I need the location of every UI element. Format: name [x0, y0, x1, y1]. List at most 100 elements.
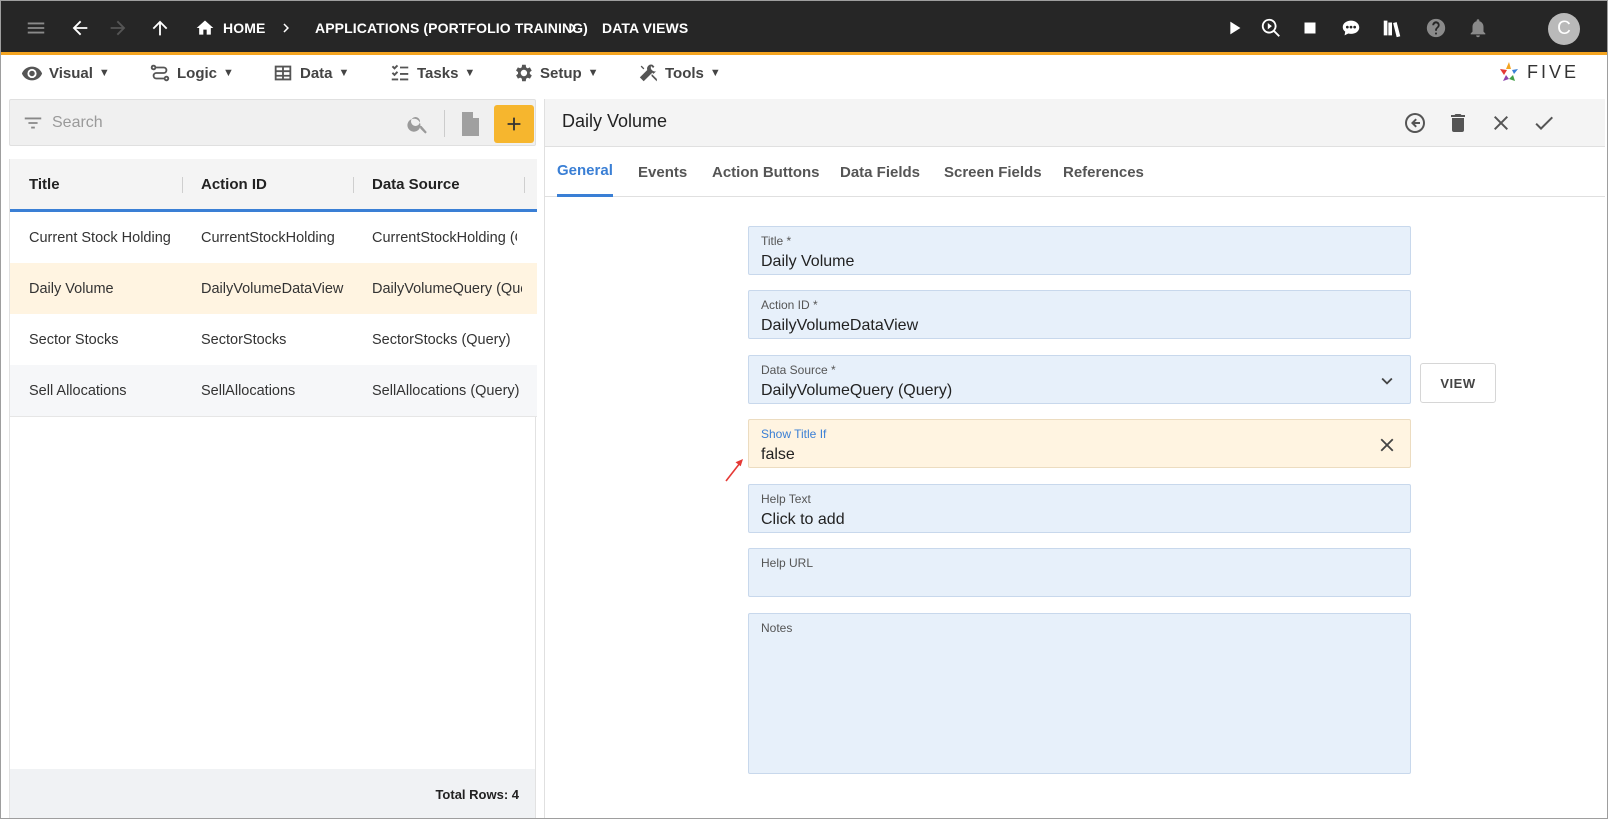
table-row-selected[interactable]: Daily Volume DailyVolumeDataView DailyVo…: [10, 263, 537, 315]
breadcrumb-applications[interactable]: APPLICATIONS (PORTFOLIO TRAINING): [315, 1, 588, 55]
menu-tools[interactable]: Tools ▼: [637, 58, 721, 88]
total-rows-label: Total Rows: 4: [435, 786, 519, 802]
help-url-field-label: Help URL: [761, 556, 814, 570]
table-row[interactable]: Sell Allocations SellAllocations SellAll…: [10, 365, 537, 417]
table-icon: [274, 65, 292, 81]
cell-action-id: DailyVolumeDataView: [201, 280, 344, 297]
divider: [444, 110, 445, 137]
forward-arrow-icon[interactable]: [105, 1, 131, 55]
up-arrow-icon[interactable]: [147, 1, 173, 55]
help-text-field-value: Click to add: [761, 511, 845, 528]
stop-icon[interactable]: [1297, 1, 1323, 55]
menu-setup[interactable]: Setup ▼: [512, 58, 599, 88]
cell-title: Sector Stocks: [29, 331, 119, 348]
menu-data-label: Data: [300, 64, 333, 82]
table-row[interactable]: Sector Stocks SectorStocks SectorStocks …: [10, 314, 537, 366]
chevron-down-icon[interactable]: [1376, 370, 1398, 392]
form-tabs: General Events Action Buttons Data Field…: [545, 147, 1605, 197]
help-icon[interactable]: [1423, 1, 1449, 55]
document-icon[interactable]: [457, 110, 483, 138]
cell-action-id: SellAllocations: [201, 382, 296, 399]
notes-field-label: Notes: [761, 621, 793, 635]
chevron-right-icon: [277, 1, 295, 55]
history-back-icon[interactable]: [1402, 110, 1428, 136]
tab-references[interactable]: References: [1063, 147, 1144, 197]
list-panel: Title Action ID Data Source Current Stoc…: [9, 99, 537, 818]
tab-action-buttons[interactable]: Action Buttons: [712, 147, 819, 197]
menu-visual[interactable]: Visual ▼: [21, 58, 110, 88]
search-bar: [9, 99, 536, 146]
clear-icon[interactable]: [1376, 434, 1398, 456]
cell-title: Sell Allocations: [29, 382, 127, 399]
plus-icon: [507, 117, 521, 131]
tab-data-fields[interactable]: Data Fields: [840, 147, 920, 197]
delete-trash-icon[interactable]: [1445, 110, 1471, 136]
save-check-icon[interactable]: [1531, 110, 1557, 136]
chatbot-icon[interactable]: [1337, 1, 1365, 55]
menu-bar: Visual ▼ Logic ▼ Data ▼ Tasks ▼ Setup ▼ …: [1, 58, 1607, 96]
menu-visual-label: Visual: [49, 64, 93, 82]
column-resize-handle[interactable]: [353, 177, 354, 193]
add-button[interactable]: [494, 105, 534, 143]
home-icon: [196, 20, 214, 35]
back-arrow-icon[interactable]: [67, 1, 93, 55]
cell-action-id: SectorStocks: [201, 331, 287, 348]
caret-down-icon: ▼: [464, 67, 476, 79]
table-row[interactable]: Current Stock Holding CurrentStockHoldin…: [10, 212, 537, 264]
table-header: Title Action ID Data Source: [10, 159, 537, 212]
top-bar: HOME APPLICATIONS (PORTFOLIO TRAINING) D…: [1, 1, 1607, 55]
help-url-field[interactable]: Help URL: [748, 548, 1411, 597]
hamburger-menu-icon[interactable]: [23, 1, 49, 55]
breadcrumb-home[interactable]: HOME: [195, 1, 265, 55]
menu-logic-label: Logic: [177, 64, 217, 82]
action-id-field-value: DailyVolumeDataView: [761, 317, 919, 334]
app-window: HOME APPLICATIONS (PORTFOLIO TRAINING) D…: [0, 0, 1608, 819]
annotation-arrow-icon: [725, 459, 743, 482]
column-header-action-id[interactable]: Action ID: [201, 159, 267, 209]
breadcrumb-data-views[interactable]: DATA VIEWS: [602, 1, 688, 55]
tab-screen-fields[interactable]: Screen Fields: [944, 147, 1042, 197]
search-icon[interactable]: [406, 112, 430, 136]
cell-data-source: SellAllocations (Query): [372, 382, 520, 399]
title-field[interactable]: Title * Daily Volume: [748, 226, 1411, 275]
close-icon[interactable]: [1488, 110, 1514, 136]
form-header: Daily Volume: [545, 99, 1605, 147]
cell-title: Current Stock Holding: [29, 229, 171, 246]
notifications-bell-icon[interactable]: [1465, 1, 1491, 55]
library-books-icon[interactable]: [1378, 1, 1406, 55]
cell-action-id: CurrentStockHolding: [201, 229, 335, 246]
breadcrumb-home-label: HOME: [223, 20, 266, 36]
action-id-field[interactable]: Action ID * DailyVolumeDataView: [748, 290, 1411, 339]
column-resize-handle[interactable]: [182, 177, 183, 193]
data-source-field-value: DailyVolumeQuery (Query): [761, 382, 953, 399]
breadcrumb-data-views-label: DATA VIEWS: [602, 20, 689, 36]
menu-logic[interactable]: Logic ▼: [149, 58, 234, 88]
column-header-data-source[interactable]: Data Source: [372, 159, 460, 209]
caret-down-icon: ▼: [223, 67, 234, 79]
table-footer: Total Rows: 4: [10, 769, 535, 818]
column-resize-handle[interactable]: [524, 177, 525, 193]
view-button[interactable]: VIEW: [1420, 363, 1496, 403]
cell-data-source: CurrentStockHolding (Query): [372, 229, 517, 246]
menu-data[interactable]: Data ▼: [272, 58, 349, 88]
search-input[interactable]: [52, 110, 352, 136]
title-field-value: Daily Volume: [761, 253, 855, 270]
filter-icon[interactable]: [22, 112, 44, 134]
tab-general[interactable]: General: [557, 147, 613, 197]
debug-search-icon[interactable]: [1257, 1, 1285, 55]
play-icon[interactable]: [1221, 1, 1247, 55]
column-header-title[interactable]: Title: [29, 159, 60, 209]
menu-tasks[interactable]: Tasks ▼: [389, 58, 475, 88]
tab-events[interactable]: Events: [638, 147, 687, 197]
user-avatar[interactable]: C: [1548, 13, 1580, 45]
tools-icon: [639, 64, 657, 82]
data-source-field-label: Data Source *: [761, 363, 836, 377]
form-panel: Daily Volume General Events Action Butto…: [544, 99, 1607, 818]
show-title-if-field[interactable]: Show Title If false: [748, 419, 1411, 468]
checklist-icon: [391, 64, 409, 81]
data-source-select[interactable]: Data Source * DailyVolumeQuery (Query): [748, 355, 1411, 404]
notes-field[interactable]: Notes: [748, 613, 1411, 774]
chevron-right-icon: [564, 1, 582, 55]
help-text-field[interactable]: Help Text Click to add: [748, 484, 1411, 533]
cell-data-source: SectorStocks (Query): [372, 331, 511, 348]
